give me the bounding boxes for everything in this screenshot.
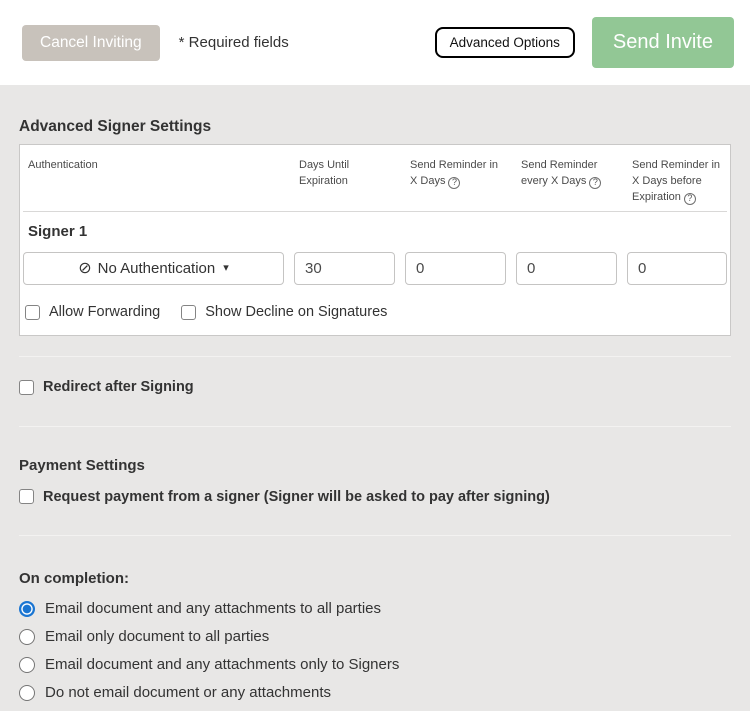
help-icon[interactable]: ? [448, 177, 460, 189]
column-send-reminder-before-expiration-label: Send Reminder in X Days before Expiratio… [632, 159, 720, 203]
column-days-until-expiration-label: Days Until Expiration [299, 159, 349, 187]
radio-label: Email only document to all parties [45, 628, 269, 645]
help-icon[interactable]: ? [589, 177, 601, 189]
cancel-inviting-button[interactable]: Cancel Inviting [22, 25, 160, 61]
allow-forwarding-checkbox[interactable]: Allow Forwarding [25, 304, 160, 320]
request-payment-checkbox[interactable]: Request payment from a signer (Signer wi… [19, 489, 550, 505]
radio-email-document-and-attachments-signers-only[interactable]: Email document and any attachments only … [19, 656, 731, 673]
column-send-reminder-in-days: Send Reminder in X Days? [405, 157, 506, 189]
signer-settings-table: Authentication Days Until Expiration Sen… [19, 144, 731, 336]
column-authentication: Authentication [23, 157, 284, 173]
request-payment-label: Request payment from a signer (Signer wi… [43, 489, 550, 505]
invite-toolbar: Cancel Inviting * Required fields Advanc… [0, 0, 750, 85]
checkbox-icon[interactable] [19, 489, 34, 504]
chevron-down-icon: ▾ [223, 263, 229, 274]
signer-checkboxes-row: Allow Forwarding Show Decline on Signatu… [23, 304, 727, 335]
payment-section: Request payment from a signer (Signer wi… [19, 489, 731, 510]
advanced-options-button[interactable]: Advanced Options [435, 27, 575, 58]
completion-options: Email document and any attachments to al… [19, 600, 731, 701]
days-until-expiration-input[interactable] [294, 252, 395, 285]
column-days-until-expiration: Days Until Expiration [294, 157, 395, 189]
send-reminder-every-days-input[interactable] [516, 252, 617, 285]
send-invite-button[interactable]: Send Invite [592, 17, 734, 68]
advanced-signer-settings-title: Advanced Signer Settings [19, 118, 731, 136]
checkbox-icon[interactable] [181, 305, 196, 320]
redirect-after-signing-checkbox[interactable]: Redirect after Signing [19, 379, 194, 395]
payment-settings-title: Payment Settings [19, 457, 731, 474]
authentication-dropdown-label: No Authentication [98, 260, 216, 277]
divider [19, 426, 731, 427]
redirect-after-signing-label: Redirect after Signing [43, 379, 194, 395]
column-send-reminder-every-days: Send Reminder every X Days? [516, 157, 617, 189]
show-decline-checkbox[interactable]: Show Decline on Signatures [181, 304, 387, 320]
column-send-reminder-every-days-label: Send Reminder every X Days [521, 159, 597, 187]
redirect-section: Redirect after Signing [19, 379, 731, 400]
required-fields-note: * Required fields [179, 34, 289, 51]
radio-label: Email document and any attachments only … [45, 656, 399, 673]
help-icon[interactable]: ? [684, 193, 696, 205]
radio-icon[interactable] [19, 685, 35, 701]
radio-icon[interactable] [19, 601, 35, 617]
send-reminder-in-days-input[interactable] [405, 252, 506, 285]
radio-do-not-email-document[interactable]: Do not email document or any attachments [19, 684, 731, 701]
allow-forwarding-label: Allow Forwarding [49, 304, 160, 320]
radio-email-only-document-all-parties[interactable]: Email only document to all parties [19, 628, 731, 645]
radio-label: Email document and any attachments to al… [45, 600, 381, 617]
radio-icon[interactable] [19, 629, 35, 645]
radio-label: Do not email document or any attachments [45, 684, 331, 701]
no-authentication-icon: ⊘ [78, 261, 91, 277]
divider [19, 356, 731, 357]
signer-name: Signer 1 [23, 212, 727, 240]
send-reminder-before-expiration-input[interactable] [627, 252, 727, 285]
column-send-reminder-before-expiration: Send Reminder in X Days before Expiratio… [627, 157, 727, 205]
checkbox-icon[interactable] [25, 305, 40, 320]
radio-email-document-and-attachments-all-parties[interactable]: Email document and any attachments to al… [19, 600, 731, 617]
column-authentication-label: Authentication [28, 159, 98, 171]
checkbox-icon[interactable] [19, 380, 34, 395]
on-completion-title: On completion: [19, 570, 731, 587]
signer-table-header: Authentication Days Until Expiration Sen… [23, 145, 727, 212]
radio-icon[interactable] [19, 657, 35, 673]
show-decline-label: Show Decline on Signatures [205, 304, 387, 320]
advanced-options-panel: Advanced Signer Settings Authentication … [0, 118, 750, 701]
authentication-dropdown[interactable]: ⊘ No Authentication ▾ [23, 252, 284, 285]
signer-controls-row: ⊘ No Authentication ▾ [23, 252, 727, 285]
divider [19, 535, 731, 536]
